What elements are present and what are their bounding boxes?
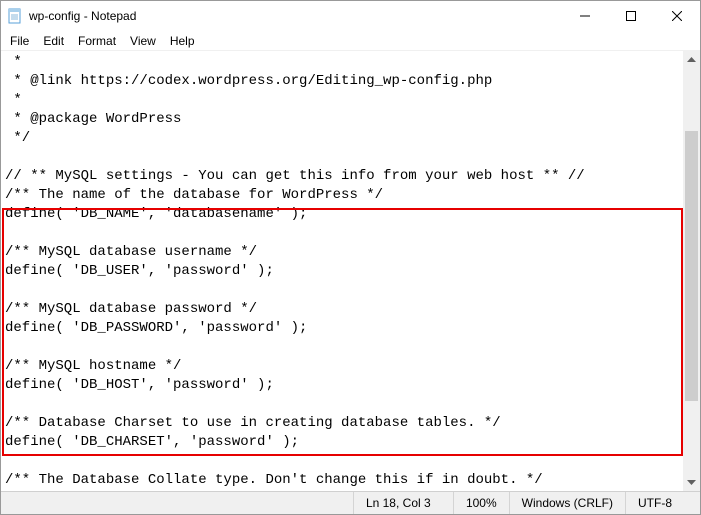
- scroll-thumb[interactable]: [685, 131, 698, 401]
- menu-view[interactable]: View: [123, 33, 163, 49]
- maximize-button[interactable]: [608, 1, 654, 31]
- notepad-icon: [7, 8, 23, 24]
- menu-file[interactable]: File: [3, 33, 36, 49]
- status-zoom: 100%: [453, 492, 509, 514]
- scroll-up-arrow[interactable]: [683, 51, 700, 68]
- title-bar: wp-config - Notepad: [1, 1, 700, 31]
- window-title: wp-config - Notepad: [29, 9, 136, 23]
- close-button[interactable]: [654, 1, 700, 31]
- text-editor[interactable]: * * @link https://codex.wordpress.org/Ed…: [1, 51, 700, 491]
- status-spacer: [1, 492, 353, 514]
- status-cursor-position: Ln 18, Col 3: [353, 492, 453, 514]
- vertical-scrollbar[interactable]: [683, 51, 700, 491]
- menu-edit[interactable]: Edit: [36, 33, 71, 49]
- editor-area: * * @link https://codex.wordpress.org/Ed…: [1, 50, 700, 491]
- status-line-ending: Windows (CRLF): [509, 492, 625, 514]
- menu-help[interactable]: Help: [163, 33, 202, 49]
- status-encoding: UTF-8: [625, 492, 700, 514]
- menu-bar: File Edit Format View Help: [1, 31, 700, 50]
- menu-format[interactable]: Format: [71, 33, 123, 49]
- minimize-button[interactable]: [562, 1, 608, 31]
- scroll-down-arrow[interactable]: [683, 474, 700, 491]
- status-bar: Ln 18, Col 3 100% Windows (CRLF) UTF-8: [1, 491, 700, 514]
